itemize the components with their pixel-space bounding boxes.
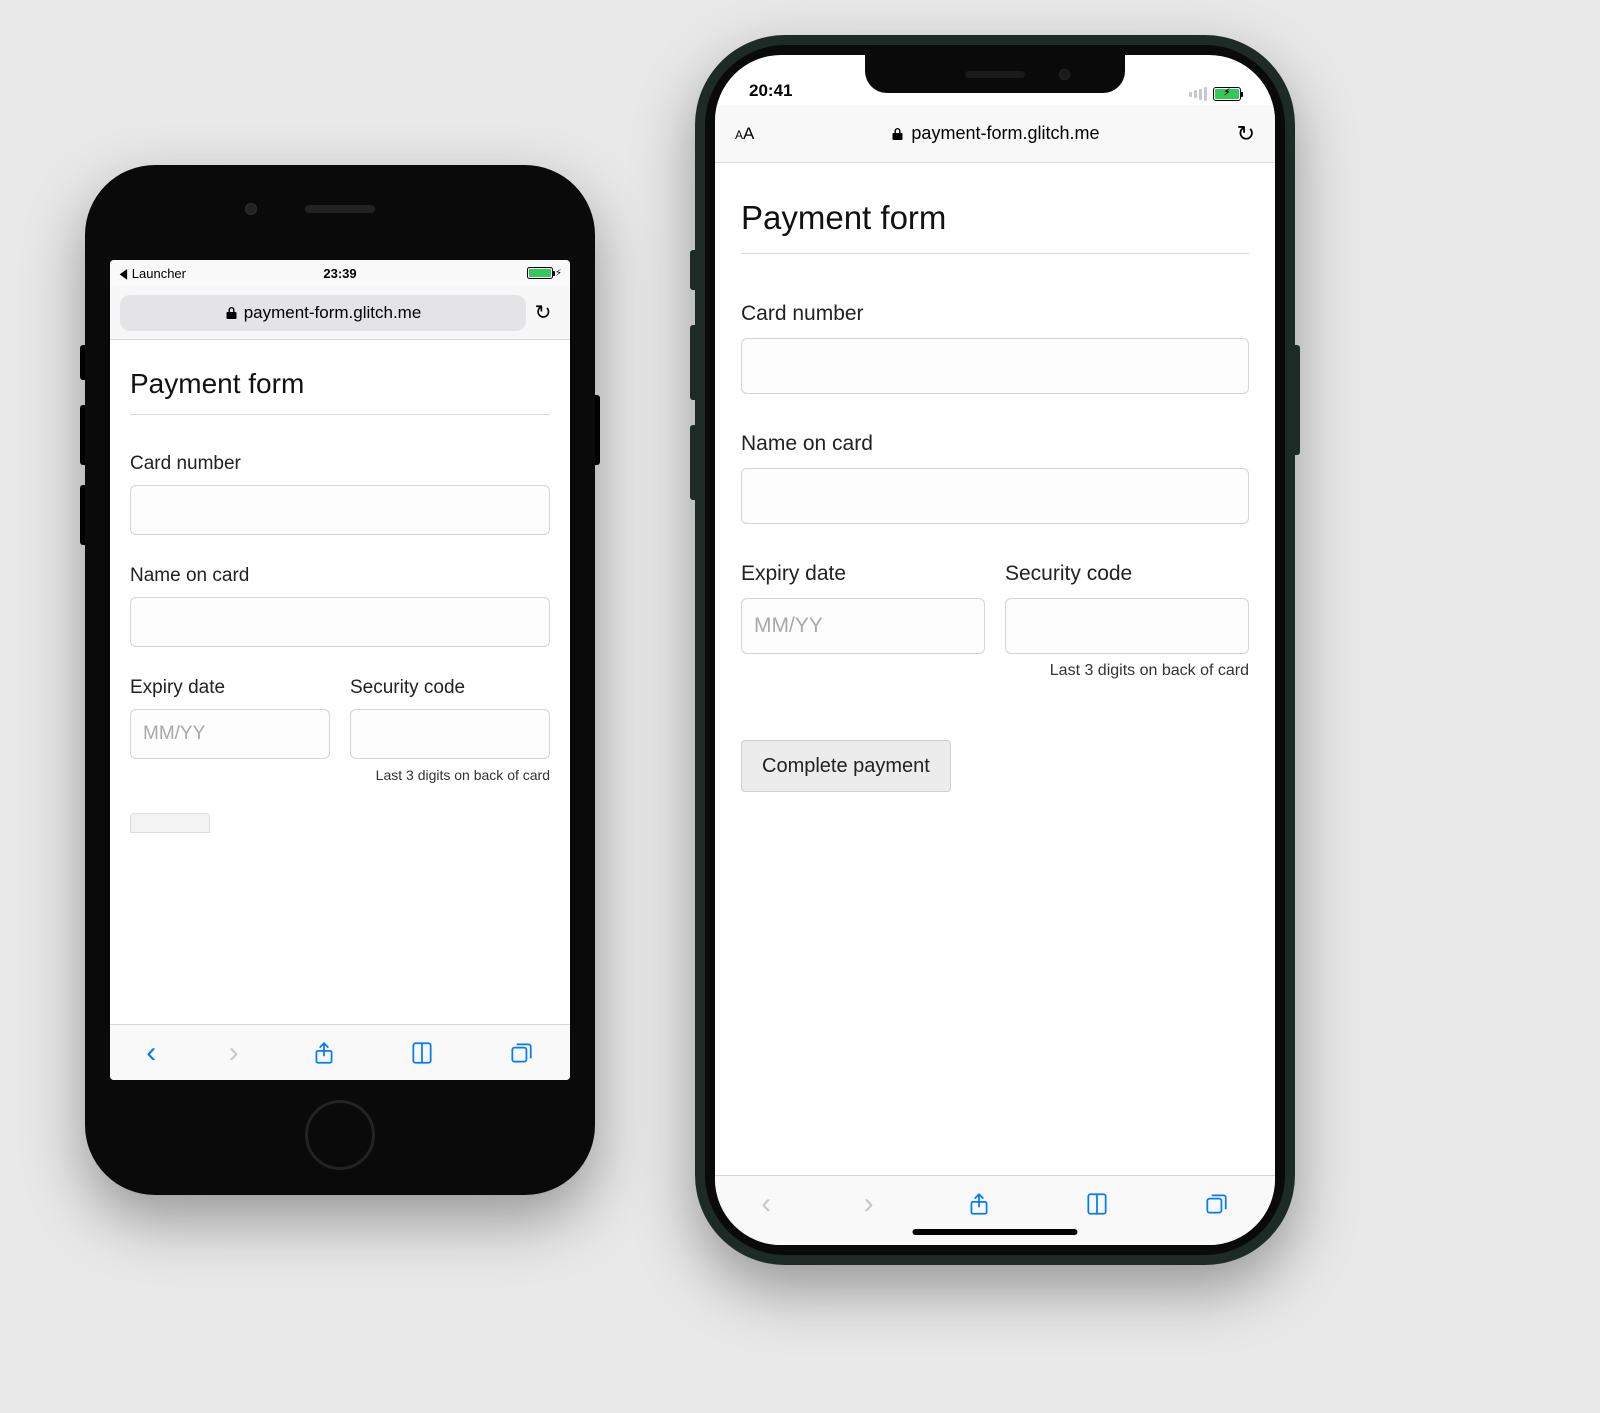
security-code-label: Security code: [1005, 562, 1249, 586]
url-field[interactable]: payment-form.glitch.me: [768, 123, 1222, 144]
toolbar-forward-button[interactable]: ›: [864, 1189, 874, 1219]
expiry-input[interactable]: [130, 709, 330, 759]
display-notch: [865, 55, 1125, 93]
lock-icon: [891, 127, 904, 141]
security-code-hint: Last 3 digits on back of card: [130, 767, 550, 783]
reload-button[interactable]: ↻: [526, 300, 560, 325]
safari-address-bar: AA payment-form.glitch.me ↻: [715, 105, 1275, 163]
toolbar-tabs-button[interactable]: [508, 1040, 534, 1066]
mute-switch: [690, 250, 695, 290]
front-camera: [1059, 69, 1070, 80]
mute-switch: [80, 345, 85, 380]
card-number-input[interactable]: [741, 338, 1249, 394]
earpiece-speaker: [965, 71, 1025, 78]
power-button: [595, 395, 600, 465]
status-bar: ◀ Launcher 23:39 ⚡︎: [110, 260, 570, 286]
safari-address-bar: payment-form.glitch.me ↻: [110, 286, 570, 340]
earpiece-speaker: [305, 205, 375, 213]
card-number-input[interactable]: [130, 485, 550, 535]
iphone-11-device-frame: 20:41 ⚡︎ AA payment-form.glitch.me ↻ Pay…: [695, 35, 1295, 1265]
name-on-card-input[interactable]: [741, 468, 1249, 524]
name-on-card-input[interactable]: [130, 597, 550, 647]
reload-button[interactable]: ↻: [1237, 121, 1255, 147]
toolbar-share-button[interactable]: [311, 1040, 337, 1066]
name-on-card-group: Name on card: [741, 432, 1249, 524]
charging-icon: ⚡︎: [1214, 87, 1240, 98]
url-field[interactable]: payment-form.glitch.me: [120, 295, 526, 331]
name-on-card-label: Name on card: [130, 565, 550, 587]
status-time: 20:41: [749, 81, 792, 101]
card-number-label: Card number: [130, 453, 550, 475]
expiry-label: Expiry date: [130, 677, 330, 699]
name-on-card-group: Name on card: [130, 565, 550, 647]
card-number-group: Card number: [741, 302, 1249, 394]
volume-down-button: [80, 485, 85, 545]
page-content: Payment form Card number Name on card Ex…: [110, 340, 570, 1024]
reader-text-size-button[interactable]: AA: [735, 124, 754, 144]
url-text: payment-form.glitch.me: [244, 303, 422, 323]
page-title: Payment form: [130, 368, 550, 415]
back-chevron-icon: ◀: [120, 265, 128, 282]
expiry-input[interactable]: [741, 598, 985, 654]
battery-icon: [527, 267, 553, 279]
safari-toolbar: ‹ ›: [110, 1024, 570, 1080]
expiry-security-row: Expiry date Security code Last 3 digits …: [130, 677, 550, 783]
cellular-signal-icon: [1189, 87, 1207, 101]
lock-icon: [225, 306, 238, 320]
toolbar-tabs-button[interactable]: [1203, 1191, 1229, 1217]
complete-payment-button[interactable]: Complete payment: [741, 740, 951, 792]
front-camera: [245, 203, 257, 215]
volume-up-button: [80, 405, 85, 465]
page-title: Payment form: [741, 199, 1249, 254]
battery-icon: ⚡︎: [1213, 87, 1241, 101]
home-indicator[interactable]: [913, 1229, 1078, 1235]
name-on-card-label: Name on card: [741, 432, 1249, 456]
toolbar-back-button[interactable]: ‹: [146, 1038, 156, 1068]
home-button[interactable]: [305, 1100, 375, 1170]
toolbar-back-button[interactable]: ‹: [761, 1189, 771, 1219]
complete-payment-button-truncated[interactable]: [130, 813, 210, 833]
url-text: payment-form.glitch.me: [911, 123, 1099, 144]
toolbar-forward-button[interactable]: ›: [229, 1038, 239, 1068]
card-number-group: Card number: [130, 453, 550, 535]
screen: 20:41 ⚡︎ AA payment-form.glitch.me ↻ Pay…: [715, 55, 1275, 1245]
volume-up-button: [690, 325, 695, 400]
card-number-label: Card number: [741, 302, 1249, 326]
expiry-label: Expiry date: [741, 562, 985, 586]
back-to-app-button[interactable]: ◀ Launcher: [118, 265, 186, 282]
toolbar-bookmarks-button[interactable]: [1084, 1191, 1110, 1217]
security-code-hint: Last 3 digits on back of card: [741, 662, 1249, 680]
power-button: [1295, 345, 1300, 455]
security-code-input[interactable]: [350, 709, 550, 759]
screen: ◀ Launcher 23:39 ⚡︎ payment-form.glitch.…: [110, 260, 570, 1080]
back-app-label: Launcher: [132, 266, 186, 281]
security-code-label: Security code: [350, 677, 550, 699]
volume-down-button: [690, 425, 695, 500]
toolbar-bookmarks-button[interactable]: [409, 1040, 435, 1066]
expiry-security-row: Expiry date Security code Last 3 digits …: [741, 562, 1249, 680]
iphone-8-device-frame: ◀ Launcher 23:39 ⚡︎ payment-form.glitch.…: [85, 165, 595, 1195]
security-code-input[interactable]: [1005, 598, 1249, 654]
page-content: Payment form Card number Name on card Ex…: [715, 163, 1275, 1175]
toolbar-share-button[interactable]: [966, 1191, 992, 1217]
charging-icon: ⚡︎: [555, 268, 562, 279]
status-time: 23:39: [323, 266, 356, 281]
